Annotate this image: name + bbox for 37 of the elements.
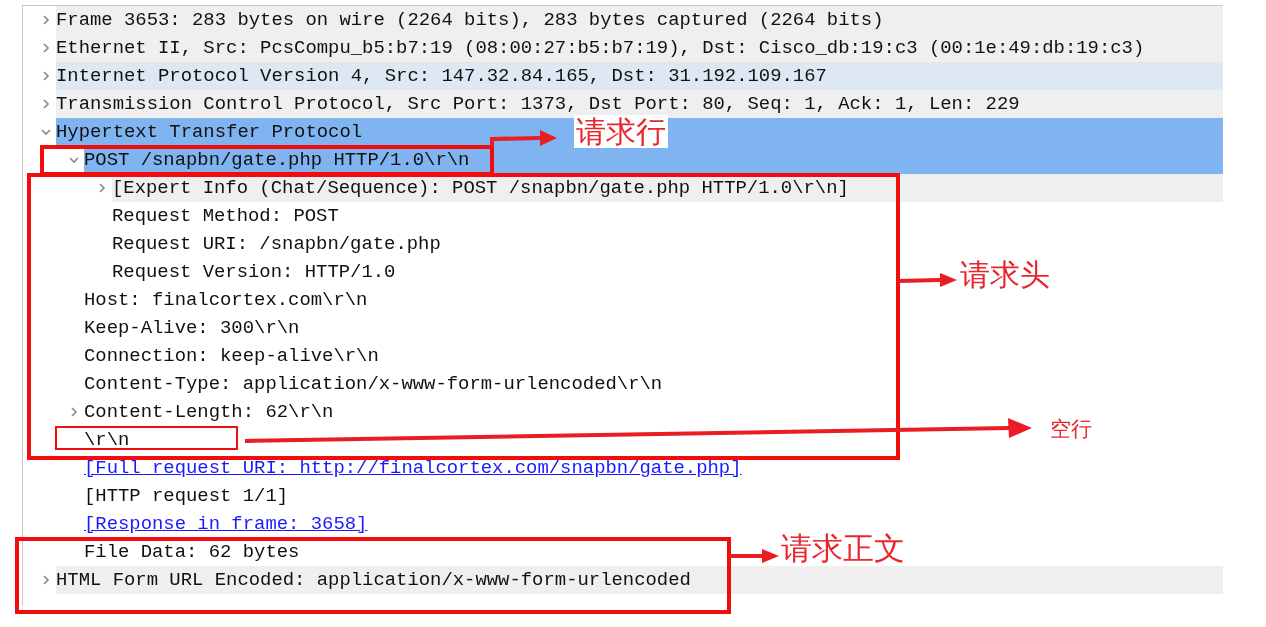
tree-item[interactable]: Hypertext Transfer Protocol	[56, 121, 363, 143]
tree-item[interactable]: [Expert Info (Chat/Sequence): POST /snapbn/gate.php HTTP/1.0\r\n]	[112, 177, 849, 199]
tree-item[interactable]: Frame 3653: 283 bytes on wire (2264 bits), 283 bytes captured (2264 bits)	[56, 9, 884, 31]
chevron-right-icon[interactable]	[97, 183, 107, 193]
tree-item[interactable]: Internet Protocol Version 4, Src: 147.32.84.165, Dst: 31.192.109.167	[56, 65, 827, 87]
tree-item[interactable]: [Response in frame: 3658]	[84, 513, 368, 535]
tree-item[interactable]: HTML Form URL Encoded: application/x-www-form-urlencoded	[56, 569, 691, 591]
tree-item[interactable]: Host: finalcortex.com\r\n	[84, 289, 368, 311]
chevron-right-icon[interactable]	[41, 71, 51, 81]
tree-item[interactable]: Transmission Control Protocol, Src Port: 1373, Dst Port: 80, Seq: 1, Ack: 1, Len: 229	[56, 93, 1020, 115]
tree-item[interactable]: [HTTP request 1/1]	[84, 485, 289, 507]
chevron-right-icon[interactable]	[41, 43, 51, 53]
tree-item[interactable]: Request URI: /snapbn/gate.php	[112, 233, 441, 255]
chevron-down-icon[interactable]	[41, 127, 51, 137]
chevron-right-icon[interactable]	[69, 407, 79, 417]
chevron-down-icon[interactable]	[69, 155, 79, 165]
tree-item[interactable]: \r\n	[84, 429, 130, 451]
tree-item[interactable]: File Data: 62 bytes	[84, 541, 300, 563]
annotation-arrow	[897, 273, 957, 287]
tree-item[interactable]: Connection: keep-alive\r\n	[84, 345, 379, 367]
tree-item[interactable]: Keep-Alive: 300\r\n	[84, 317, 300, 339]
tree-item[interactable]: POST /snapbn/gate.php HTTP/1.0\r\n	[84, 149, 470, 171]
tree-item[interactable]: [Full request URI: http://finalcortex.com/snapbn/gate.php]	[84, 457, 742, 479]
annotation-label: 请求头	[960, 258, 1050, 291]
chevron-right-icon[interactable]	[41, 99, 51, 109]
annotation-arrow	[729, 549, 779, 563]
tree-item[interactable]: Content-Type: application/x-www-form-urlencoded\r\n	[84, 373, 663, 395]
chevron-right-icon[interactable]	[41, 575, 51, 585]
annotation-label: 请求正文	[781, 531, 905, 566]
tree-item[interactable]: Request Version: HTTP/1.0	[112, 261, 396, 283]
chevron-right-icon[interactable]	[41, 15, 51, 25]
annotation-label: 空行	[1050, 418, 1092, 442]
annotation-arrow	[490, 130, 557, 147]
tree-item[interactable]: Request Method: POST	[112, 205, 339, 227]
tree-item[interactable]: Content-Length: 62\r\n	[84, 401, 334, 423]
annotation-label: 请求行	[574, 115, 668, 148]
tree-item[interactable]: Ethernet II, Src: PcsCompu_b5:b7:19 (08:00:27:b5:b7:19), Dst: Cisco_db:19:c3 (00:1e:49:db:19:c3)	[56, 37, 1145, 59]
